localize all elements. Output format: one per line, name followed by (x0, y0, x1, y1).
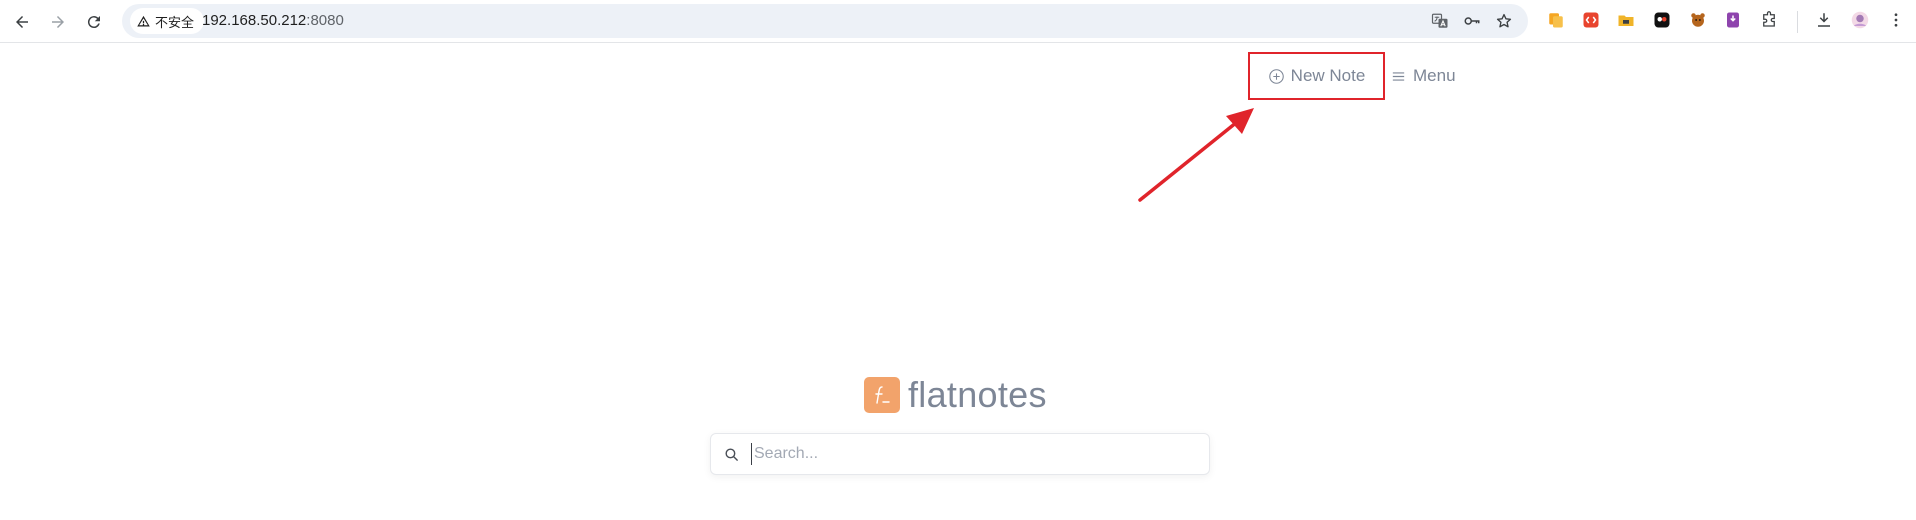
arrow-left-icon (16, 16, 28, 28)
annotation-arrow (1138, 108, 1254, 202)
warning-icon (137, 15, 150, 26)
app-logo: flatnotes (864, 374, 1047, 415)
browser-menu-button[interactable] (1886, 10, 1906, 30)
search-box[interactable] (710, 433, 1210, 475)
security-indicator[interactable]: 不安全 (130, 8, 205, 34)
password-key-button[interactable] (1462, 11, 1482, 31)
logo-icon (875, 386, 890, 404)
search-input[interactable] (751, 443, 1209, 465)
plus-circle-icon (1268, 68, 1284, 84)
new-note-button[interactable]: New Note (1268, 66, 1366, 86)
profile-button[interactable] (1850, 10, 1870, 30)
extension-folder[interactable] (1616, 10, 1636, 30)
logo-mark (864, 377, 900, 413)
security-label: 不安全 (155, 15, 195, 31)
avatar (1851, 11, 1869, 29)
reload-button[interactable] (80, 8, 108, 36)
toolbar-divider (1797, 11, 1798, 33)
new-note-highlight-box: New Note (1248, 52, 1385, 100)
translate-button[interactable] (1430, 11, 1450, 31)
extension-json[interactable] (1581, 10, 1601, 30)
browser-toolbar: 不安全 192.168.50.212:8080 (0, 0, 1916, 43)
forward-button[interactable] (44, 8, 72, 36)
bookmark-extension-icon (1727, 12, 1739, 28)
extensions-menu-button[interactable] (1759, 10, 1779, 30)
extension-purple[interactable] (1723, 10, 1743, 30)
logo-text: flatnotes (908, 374, 1047, 415)
hamburger-menu-icon (1392, 71, 1405, 81)
search-icon-container (711, 433, 751, 475)
extension-bear[interactable] (1688, 10, 1708, 30)
url-text[interactable]: 192.168.50.212:8080 (202, 4, 344, 38)
reload-icon (87, 16, 100, 29)
folder-extension-icon (1618, 15, 1634, 26)
address-bar[interactable]: 不安全 192.168.50.212:8080 (122, 4, 1528, 38)
more-vertical-icon (1894, 13, 1898, 27)
arrow-right-icon (52, 16, 64, 28)
bear-extension-icon (1691, 13, 1705, 27)
downloads-button[interactable] (1814, 10, 1834, 30)
ghost-extension-icon (1654, 12, 1670, 28)
copy-extension-icon (1549, 13, 1563, 28)
url-port: :8080 (306, 12, 344, 29)
url-host: 192.168.50.212 (202, 12, 307, 29)
back-button[interactable] (8, 8, 36, 36)
extension-dark[interactable] (1652, 10, 1672, 30)
bookmark-button[interactable] (1494, 11, 1514, 31)
translate-icon (1431, 13, 1448, 28)
key-icon (1464, 17, 1480, 25)
extension-notes[interactable] (1546, 10, 1566, 30)
star-icon (1496, 13, 1512, 28)
download-icon (1818, 13, 1830, 27)
menu-label: Menu (1413, 66, 1456, 85)
search-icon (724, 447, 738, 461)
menu-button[interactable]: Menu (1390, 66, 1456, 86)
puzzle-icon (1763, 11, 1775, 27)
new-note-label: New Note (1290, 66, 1366, 85)
code-extension-icon (1583, 12, 1599, 28)
